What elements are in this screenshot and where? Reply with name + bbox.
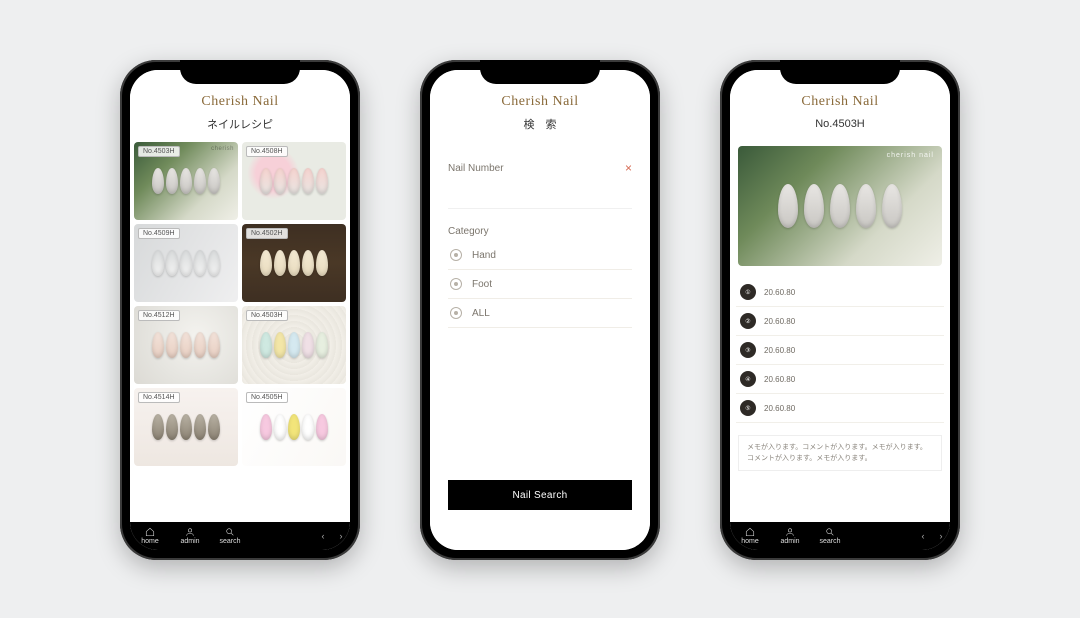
- category-option[interactable]: Foot: [448, 270, 632, 299]
- thumbnail[interactable]: No.4512H: [134, 306, 238, 384]
- category-label-text: ALL: [472, 308, 490, 319]
- nav-search[interactable]: search: [810, 527, 850, 545]
- thumbnail-nails: [242, 142, 346, 220]
- nav-admin-label: admin: [180, 538, 199, 545]
- hero-nails: [738, 146, 942, 266]
- nav-search-label: search: [819, 538, 840, 545]
- detail-memo: メモが入ります。コメントが入ります。メモが入ります。コメントが入ります。メモが入…: [738, 435, 942, 471]
- thumbnail-nails: [134, 224, 238, 302]
- screen-search: Cherish Nail 検 索 Nail Number × Category …: [430, 70, 650, 550]
- category-label: Category: [448, 226, 632, 237]
- nail-number-label: Nail Number: [448, 163, 504, 174]
- step-value: 20.60.80: [764, 346, 795, 355]
- step-value: 20.60.80: [764, 288, 795, 297]
- phone-search: Cherish Nail 検 索 Nail Number × Category …: [420, 60, 660, 560]
- thumbnail[interactable]: No.4505H: [242, 388, 346, 466]
- user-icon: [785, 527, 795, 537]
- thumbnail-nails: [134, 388, 238, 466]
- detail-steps: ① 20.60.80 ② 20.60.80 ③ 20.60.80 ④ 20.60.80 ⑤ 20.…: [730, 274, 950, 427]
- detail-body: cherish nail ① 20.60.80 ② 20.60.80 ③ 20.60.80…: [730, 138, 950, 522]
- screen-detail: Cherish Nail No.4503H cherish nail ①20.6…: [730, 70, 950, 550]
- step-number-icon: ①: [740, 284, 756, 300]
- nail-number-input[interactable]: [448, 180, 632, 208]
- step-number-icon: ③: [740, 342, 756, 358]
- home-icon: [745, 527, 755, 537]
- thumbnail-nails: [242, 224, 346, 302]
- thumbnail[interactable]: No.4508H: [242, 142, 346, 220]
- clear-icon[interactable]: ×: [625, 162, 632, 174]
- thumbnail-nails: [134, 142, 238, 220]
- nav-home-label: home: [741, 538, 759, 545]
- notch: [180, 60, 300, 84]
- thumbnail[interactable]: No.4509H: [134, 224, 238, 302]
- nav-home-label: home: [141, 538, 159, 545]
- step-row: ③ 20.60.80: [736, 336, 944, 365]
- step-row: ② 20.60.80: [736, 307, 944, 336]
- nav-home[interactable]: home: [130, 527, 170, 545]
- nav-search[interactable]: search: [210, 527, 250, 545]
- section-title: 検 索: [430, 110, 650, 139]
- notch: [480, 60, 600, 84]
- search-icon: [825, 527, 835, 537]
- thumbnail[interactable]: No.4503Hcherish: [134, 142, 238, 220]
- step-number-icon: ⑤: [740, 400, 756, 416]
- gallery: No.4503HcherishNo.4508HNo.4509HNo.4502HN…: [130, 138, 350, 522]
- notch: [780, 60, 900, 84]
- thumbnail-nails: [242, 388, 346, 466]
- nav-prev[interactable]: ‹: [314, 531, 332, 541]
- nav-admin[interactable]: admin: [170, 527, 210, 545]
- search-icon: [225, 527, 235, 537]
- step-value: 20.60.80: [764, 317, 795, 326]
- step-row: ① 20.60.80: [736, 278, 944, 307]
- bottom-nav: home admin search ‹ ›: [730, 522, 950, 550]
- step-number-icon: ②: [740, 313, 756, 329]
- detail-title: No.4503H: [730, 110, 950, 139]
- section-title: ネイルレシピ: [130, 110, 350, 139]
- radio-icon: [450, 278, 462, 290]
- nail-search-button[interactable]: Nail Search: [448, 480, 632, 510]
- nav-next[interactable]: ›: [932, 531, 950, 541]
- step-value: 20.60.80: [764, 404, 795, 413]
- nail-number-row: Nail Number ×: [448, 162, 632, 174]
- user-icon: [185, 527, 195, 537]
- nav-admin-label: admin: [780, 538, 799, 545]
- bottom-nav: home admin search ‹ ›: [130, 522, 350, 550]
- category-label-text: Foot: [472, 279, 492, 290]
- thumbnail-nails: [242, 306, 346, 384]
- nav-home[interactable]: home: [730, 527, 770, 545]
- step-value: 20.60.80: [764, 375, 795, 384]
- category-option[interactable]: Hand: [448, 241, 632, 270]
- thumbnail-grid: No.4503HcherishNo.4508HNo.4509HNo.4502HN…: [130, 138, 350, 470]
- thumbnail[interactable]: No.4514H: [134, 388, 238, 466]
- radio-icon: [450, 307, 462, 319]
- step-row: ⑤ 20.60.80: [736, 394, 944, 423]
- hero-image: cherish nail: [738, 146, 942, 266]
- stage: Cherish Nail ネイルレシピ No.4503HcherishNo.45…: [0, 0, 1080, 618]
- nav-prev[interactable]: ‹: [914, 531, 932, 541]
- step-number-icon: ④: [740, 371, 756, 387]
- screen-gallery: Cherish Nail ネイルレシピ No.4503HcherishNo.45…: [130, 70, 350, 550]
- phone-detail: Cherish Nail No.4503H cherish nail ①20.6…: [720, 60, 960, 560]
- nav-admin[interactable]: admin: [770, 527, 810, 545]
- nav-search-label: search: [219, 538, 240, 545]
- thumbnail[interactable]: No.4502H: [242, 224, 346, 302]
- category-label-text: Hand: [472, 250, 496, 261]
- category-option[interactable]: ALL: [448, 299, 632, 328]
- nav-next[interactable]: ›: [332, 531, 350, 541]
- radio-icon: [450, 249, 462, 261]
- thumbnail[interactable]: No.4503H: [242, 306, 346, 384]
- step-row: ④ 20.60.80: [736, 365, 944, 394]
- home-icon: [145, 527, 155, 537]
- thumbnail-nails: [134, 306, 238, 384]
- phone-gallery: Cherish Nail ネイルレシピ No.4503HcherishNo.45…: [120, 60, 360, 560]
